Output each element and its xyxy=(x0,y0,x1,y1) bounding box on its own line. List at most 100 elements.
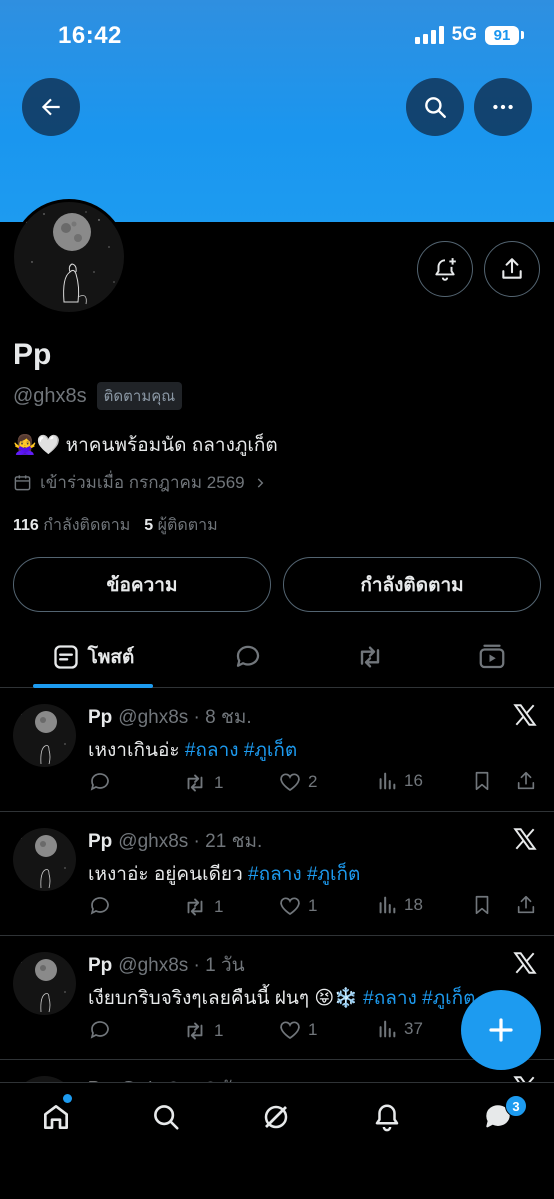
repost-button[interactable]: 1 xyxy=(182,770,223,796)
share-icon xyxy=(502,258,522,279)
nav-grok[interactable] xyxy=(256,1097,296,1137)
hashtag-link[interactable]: #ภูเก็ต xyxy=(307,864,360,885)
post-text: เงียบกริบจริงๆเลยคืนนี้ ฝนๆ 😝❄️ #ถลาง #ภ… xyxy=(88,983,476,1013)
nav-search[interactable] xyxy=(146,1097,186,1137)
post-meta: @ghx8s · 1 วัน xyxy=(118,955,245,976)
view-count: 18 xyxy=(404,895,423,914)
hashtag-link[interactable]: #ถลาง xyxy=(363,988,417,1009)
repost-icon xyxy=(187,898,203,916)
bookmark-icon xyxy=(475,771,489,791)
like-count: 2 xyxy=(308,772,318,791)
tab-replies[interactable] xyxy=(218,628,278,686)
nav-notifications[interactable] xyxy=(367,1097,407,1137)
bio-emoji: 🙅‍♀️🤍 xyxy=(13,435,61,456)
repost-count: 1 xyxy=(214,1021,224,1040)
reply-icon xyxy=(90,897,109,915)
repost-button[interactable]: 1 xyxy=(182,894,223,920)
followers-stat[interactable]: 5 ผู้ติดตาม xyxy=(144,513,217,538)
following-label: กำลังติดตาม xyxy=(43,517,131,534)
views-chart-icon xyxy=(379,896,396,914)
messages-badge: 3 xyxy=(505,1095,527,1117)
bookmark-button[interactable] xyxy=(471,894,493,916)
repost-count: 1 xyxy=(214,773,224,792)
like-count: 1 xyxy=(308,896,318,915)
post-header: Pp @ghx8s · 21 ชม. xyxy=(88,826,262,856)
post-meta: @ghx8s · 21 ชม. xyxy=(118,831,263,852)
bell-plus-icon xyxy=(435,258,456,281)
post-avatar[interactable] xyxy=(13,952,76,1015)
x-logo-icon xyxy=(513,704,537,726)
like-button[interactable]: 2 xyxy=(278,770,317,794)
hashtag-link[interactable]: #ถลาง xyxy=(248,864,302,885)
view-count: 16 xyxy=(404,771,423,790)
notifications-subscribe-button[interactable] xyxy=(417,241,473,297)
share-post-button[interactable] xyxy=(515,894,537,916)
share-icon xyxy=(517,771,535,790)
bell-icon xyxy=(375,1104,399,1132)
search-icon xyxy=(154,1105,179,1130)
more-options-button[interactable] xyxy=(474,78,532,136)
post-actions: 1 1 18 xyxy=(88,894,544,920)
post-body: เหงาอ่ะ อยู่คนเดียว xyxy=(88,864,249,885)
post-author-name[interactable]: Pp xyxy=(88,955,112,977)
post-header: Pp @ghx8s · 1 วัน xyxy=(88,950,245,980)
post-text: เหงาอ่ะ อยู่คนเดียว #ถลาง #ภูเก็ต xyxy=(88,859,360,889)
post-header: Pp @ghx8s · 8 ชม. xyxy=(88,702,252,732)
post-avatar[interactable] xyxy=(13,704,76,767)
posts-tab-icon xyxy=(53,645,78,669)
network-type: 5G xyxy=(451,24,477,45)
reply-button[interactable] xyxy=(88,770,112,794)
back-button[interactable] xyxy=(22,78,80,136)
following-stat[interactable]: 116 กำลังติดตาม xyxy=(13,513,130,538)
bookmark-icon xyxy=(475,895,489,915)
tab-posts[interactable]: โพสต์ xyxy=(33,628,153,686)
post-item[interactable]: Pp @ghx8s · 21 ชม. เหงาอ่ะ อยู่คนเดียว #… xyxy=(0,812,554,936)
tab-reposts[interactable] xyxy=(340,628,400,686)
bookmark-button[interactable] xyxy=(471,770,493,792)
profile-avatar[interactable] xyxy=(11,199,127,315)
hashtag-link[interactable]: #ภูเก็ต xyxy=(244,740,297,761)
profile-name: Pp xyxy=(13,338,52,371)
repost-button[interactable]: 1 xyxy=(182,1018,223,1044)
following-button[interactable]: กำลังติดตาม xyxy=(283,557,541,612)
share-post-button[interactable] xyxy=(515,770,537,792)
grok-icon xyxy=(264,1105,288,1129)
share-profile-button[interactable] xyxy=(484,241,540,297)
followers-count: 5 xyxy=(144,517,154,534)
share-icon xyxy=(517,895,535,914)
profile-handle: @ghx8s xyxy=(13,384,87,407)
joined-date: เข้าร่วมเมื่อ กรกฎาคม 2569 xyxy=(40,473,245,492)
nav-home[interactable] xyxy=(36,1097,76,1137)
reply-button[interactable] xyxy=(88,894,112,918)
post-item[interactable]: Pp @ghx8s · 8 ชม. เหงาเกินอ่ะ #ถลาง #ภูเ… xyxy=(0,688,554,812)
post-avatar[interactable] xyxy=(13,828,76,891)
repost-count: 1 xyxy=(214,897,224,916)
post-author-name[interactable]: Pp xyxy=(88,831,112,853)
reply-bubble-icon xyxy=(236,645,260,667)
handle-row: @ghx8s ติดตามคุณ xyxy=(13,382,183,410)
profile-tabs: โพสต์ xyxy=(0,628,554,688)
tab-media[interactable] xyxy=(462,628,522,686)
joined-date-row[interactable]: เข้าร่วมเมื่อ กรกฎาคม 2569 xyxy=(13,469,267,496)
views-button[interactable]: 16 xyxy=(376,770,423,792)
like-button[interactable]: 1 xyxy=(278,1018,317,1042)
post-author-name[interactable]: Pp xyxy=(88,707,112,729)
search-button[interactable] xyxy=(406,78,464,136)
status-indicators: 5G 91 xyxy=(414,24,524,46)
compose-post-button[interactable] xyxy=(461,990,541,1070)
like-button[interactable]: 1 xyxy=(278,894,317,918)
message-button[interactable]: ข้อความ xyxy=(13,557,271,612)
bio-text: หาคนพร้อมนัด ถลางภูเก็ต xyxy=(65,435,278,456)
media-icon xyxy=(479,644,505,669)
calendar-icon xyxy=(14,475,31,491)
reply-button[interactable] xyxy=(88,1018,112,1042)
views-button[interactable]: 37 xyxy=(376,1018,423,1040)
views-button[interactable]: 18 xyxy=(376,894,423,916)
tab-posts-label: โพสต์ xyxy=(87,647,135,668)
home-icon xyxy=(44,1105,68,1129)
follow-stats: 116 กำลังติดตาม 5 ผู้ติดตาม xyxy=(13,513,218,538)
repost-icon xyxy=(187,774,203,792)
views-chart-icon xyxy=(379,772,396,790)
hashtag-link[interactable]: #ถลาง xyxy=(185,740,239,761)
post-meta: @ghx8s · 8 ชม. xyxy=(118,707,252,728)
